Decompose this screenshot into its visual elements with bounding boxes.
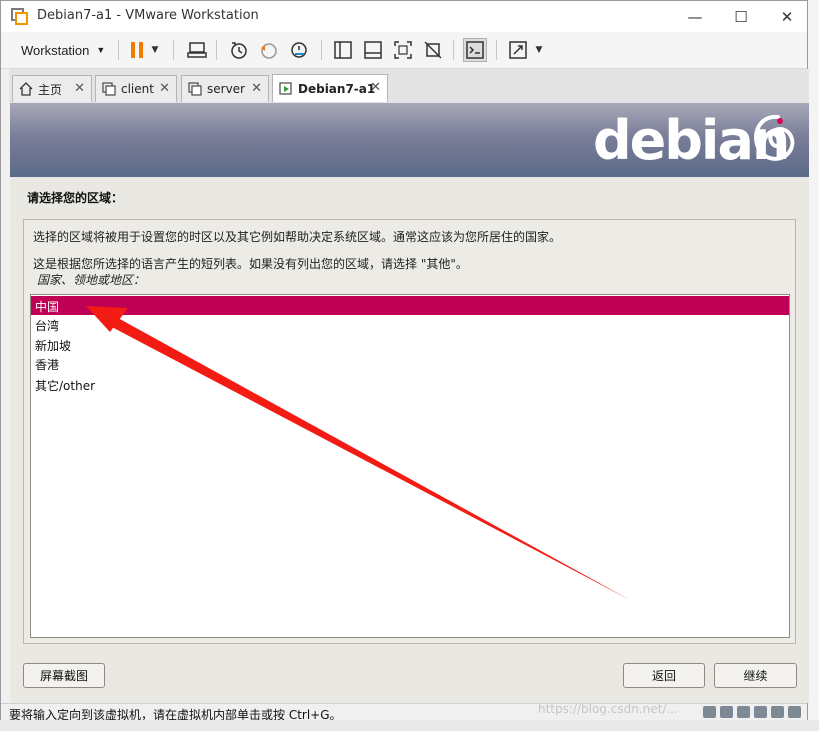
fullscreen-icon (394, 41, 412, 59)
network-icon[interactable] (737, 706, 750, 718)
snapshot-manager-button[interactable] (287, 38, 311, 62)
stretch-guest-button[interactable] (506, 38, 530, 62)
watermark-text: https://blog.csdn.net/... (538, 702, 678, 716)
tab-bar: 主页 ✕ client ✕ server ✕ Debian7-a1 ✕ (9, 69, 809, 103)
device-status-icons (703, 706, 801, 718)
snapshot-manager-icon (291, 42, 307, 58)
list-item-china[interactable]: 中国 (31, 296, 789, 315)
keyboard-icon (187, 42, 207, 58)
home-icon (19, 82, 33, 96)
list-item-label: 中国 (35, 300, 60, 314)
list-item-hongkong[interactable]: 香港 (31, 354, 789, 373)
tab-server[interactable]: server ✕ (181, 75, 269, 102)
snapshot-clock-icon (231, 42, 247, 59)
vmware-window: Debian7-a1 - VMware Workstation — ☐ ✕ Wo… (0, 0, 809, 722)
vm-icon (102, 82, 116, 96)
tab-label: server (207, 82, 245, 96)
cdrom-icon[interactable] (720, 706, 733, 718)
show-thumbnail-bar-button[interactable] (361, 38, 385, 62)
list-item-label: 新加坡 (35, 339, 72, 353)
window-title: Debian7-a1 - VMware Workstation (37, 8, 259, 23)
list-label: 国家、领地或地区： (37, 273, 146, 287)
send-ctrl-alt-del-button[interactable] (185, 38, 209, 62)
tab-home[interactable]: 主页 ✕ (12, 75, 92, 102)
tab-label: Debian7-a1 (298, 81, 376, 96)
console-view-button[interactable] (463, 38, 487, 62)
vmware-app-icon (11, 8, 28, 25)
show-library-button[interactable] (331, 38, 355, 62)
close-icon[interactable]: ✕ (159, 81, 170, 96)
stretch-menu-chevron-icon[interactable]: ▼ (531, 38, 547, 62)
description-line-2: 这是根据您所选择的语言产生的短列表。如果没有列出您的区域，请选择 "其他"。 (33, 257, 468, 271)
take-snapshot-button[interactable] (227, 38, 251, 62)
terminal-icon (466, 41, 484, 59)
stretch-icon (509, 41, 527, 59)
power-menu-chevron-icon[interactable]: ▼ (147, 38, 163, 62)
description-line-1: 选择的区域将被用于设置您的时区以及其它例如帮助决定系统区域。通常这应该为您所居住… (33, 230, 562, 244)
display-icon[interactable] (788, 706, 801, 718)
maximize-button[interactable]: ☐ (718, 1, 764, 32)
taskbar-strip (0, 720, 819, 731)
chevron-down-icon: ▼ (96, 45, 106, 55)
background-app-strip (808, 0, 819, 731)
toolbar-divider (496, 40, 497, 60)
close-icon[interactable]: ✕ (74, 81, 85, 96)
page-title: 请选择您的区域： (27, 191, 124, 205)
unity-mode-button[interactable] (421, 38, 445, 62)
screenshot-button[interactable]: 屏幕截图 (23, 663, 105, 688)
back-button[interactable]: 返回 (623, 663, 705, 688)
debian-swirl-icon (754, 114, 795, 161)
minimize-button[interactable]: — (672, 1, 718, 32)
list-item-label: 香港 (35, 358, 60, 372)
toolbar-divider (453, 40, 454, 60)
tab-label: 主页 (38, 82, 63, 97)
list-item-other[interactable]: 其它/other (31, 375, 789, 394)
list-item-taiwan[interactable]: 台湾 (31, 315, 789, 334)
close-icon[interactable]: ✕ (251, 81, 262, 96)
revert-clock-icon (261, 43, 277, 59)
pause-button[interactable] (125, 38, 149, 62)
revert-snapshot-button[interactable] (257, 38, 281, 62)
tab-debian7-a1[interactable]: Debian7-a1 ✕ (272, 74, 388, 102)
region-listbox[interactable]: 中国 台湾 新加坡 香港 其它/other (30, 294, 790, 638)
vm-console[interactable]: debian 请选择您的区域： 选择的区域将被用于设置您的时区以及其它例如帮助决… (10, 103, 809, 703)
continue-button[interactable]: 继续 (714, 663, 797, 688)
full-screen-button[interactable] (391, 38, 415, 62)
toolbar-divider (118, 40, 119, 60)
tab-client[interactable]: client ✕ (95, 75, 177, 102)
list-item-label: 其它/other (35, 379, 96, 393)
toolbar: Workstation ▼ ▼ ▼ (1, 32, 807, 69)
toolbar-divider (173, 40, 174, 60)
list-item-singapore[interactable]: 新加坡 (31, 335, 789, 354)
bottom-panel-icon (364, 41, 382, 59)
toolbar-divider (216, 40, 217, 60)
workstation-menu[interactable]: Workstation ▼ (13, 38, 113, 62)
title-bar: Debian7-a1 - VMware Workstation — ☐ ✕ (1, 1, 807, 32)
sidebar-layout-icon (334, 41, 352, 59)
hdd-icon[interactable] (703, 706, 716, 718)
close-button[interactable]: ✕ (764, 1, 810, 32)
workstation-menu-label: Workstation (21, 42, 90, 58)
region-panel: 选择的区域将被用于设置您的时区以及其它例如帮助决定系统区域。通常这应该为您所居住… (23, 219, 796, 644)
toolbar-divider (321, 40, 322, 60)
vm-icon (188, 82, 202, 96)
debian-banner: debian (10, 103, 809, 177)
usb-icon[interactable] (754, 706, 767, 718)
vm-running-icon (279, 81, 292, 95)
close-icon[interactable]: ✕ (370, 80, 381, 95)
unity-crossed-icon (424, 41, 442, 59)
sound-icon[interactable] (771, 706, 784, 718)
tab-label: client (121, 82, 154, 96)
list-item-label: 台湾 (35, 319, 60, 333)
pause-icon (131, 42, 143, 58)
